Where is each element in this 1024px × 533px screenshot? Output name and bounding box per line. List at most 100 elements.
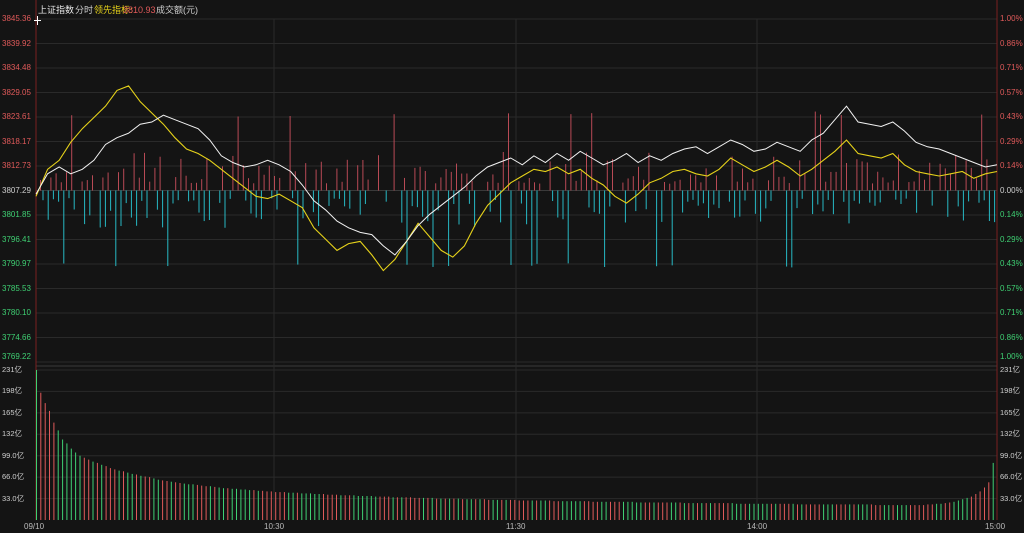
amount-bar [627, 501, 629, 520]
index-name[interactable]: 上证指数 [38, 3, 74, 17]
amount-bar [727, 503, 729, 520]
price-axis-tick-left: 3774.66 [2, 332, 31, 342]
down-breadth-bar [276, 190, 278, 210]
amount-bar [797, 504, 798, 520]
amount-bar [109, 468, 111, 520]
up-breadth-bar [929, 162, 931, 191]
amount-bar [149, 477, 151, 520]
down-breadth-bar [520, 190, 522, 204]
down-breadth-bar [99, 190, 101, 228]
price-axis-tick-right: 0.29% [1000, 136, 1023, 146]
up-breadth-bar [632, 176, 634, 191]
amount-bar [292, 492, 294, 520]
amount-bar [75, 452, 77, 520]
down-breadth-bar [796, 190, 798, 209]
price-axis-tick-left: 3807.29 [2, 185, 31, 195]
amount-bar [766, 503, 768, 520]
down-breadth-bar [84, 190, 86, 225]
down-breadth-bar [453, 190, 455, 204]
up-breadth-bar [341, 181, 343, 191]
amount-bar [327, 494, 329, 520]
down-breadth-bar [146, 190, 148, 218]
amount-bar [449, 498, 451, 520]
down-breadth-bar [188, 190, 190, 202]
up-breadth-bar [206, 158, 208, 191]
amount-axis-tick-left: 33.0亿 [2, 493, 25, 503]
up-breadth-bar [445, 169, 447, 191]
up-breadth-bar [471, 180, 473, 191]
down-breadth-bar [931, 190, 933, 206]
amount-bar [792, 503, 794, 520]
amount-bar [653, 502, 655, 520]
amount-bar [910, 505, 911, 520]
price-axis-tick-left: 3829.05 [2, 87, 31, 97]
up-breadth-bar [456, 163, 457, 191]
up-breadth-bar [180, 158, 182, 191]
amount-bar [514, 499, 516, 520]
up-breadth-bars [40, 111, 988, 191]
down-breadth-bar [136, 190, 138, 226]
amount-bar [757, 503, 759, 520]
price-axis-tick-left: 3785.53 [2, 283, 31, 293]
amount-bar [283, 492, 285, 520]
amount-bar [227, 488, 229, 520]
price-axis-tick-left: 3812.73 [2, 161, 31, 170]
amount-bar [405, 497, 407, 520]
amount-bar [775, 503, 777, 520]
amount-bar [614, 501, 616, 520]
amount-bar [357, 496, 359, 520]
amount-bar [396, 497, 398, 520]
down-breadth-bars [42, 190, 996, 268]
amount-bar [166, 481, 168, 520]
price-axis-tick-left: 3834.48 [2, 63, 31, 72]
up-breadth-bar [970, 167, 972, 191]
amount-bar [805, 504, 807, 520]
amount-label: 成交额(元) [156, 5, 198, 15]
amount-bar [353, 495, 355, 520]
amount-bar [392, 497, 394, 520]
amount-bar [127, 472, 129, 520]
amount-bar [544, 500, 546, 520]
amount-bar [436, 498, 438, 520]
chart-canvas[interactable] [0, 0, 1024, 533]
amount-bar [853, 504, 855, 520]
down-breadth-bar [957, 190, 959, 207]
down-breadth-bar [156, 190, 158, 210]
up-breadth-bar [81, 181, 83, 191]
amount-bar [470, 499, 472, 520]
down-breadth-bar [245, 190, 247, 201]
amount-bar [662, 502, 664, 520]
down-breadth-bar [510, 190, 512, 265]
up-breadth-bar [294, 171, 296, 191]
down-breadth-bar [832, 190, 834, 215]
down-breadth-bar [349, 190, 351, 209]
amount-axis-tick-right: 33.0亿 [1000, 493, 1023, 503]
up-breadth-bar [138, 177, 140, 191]
down-breadth-bar [567, 190, 569, 264]
down-breadth-bar [328, 190, 330, 206]
amount-bar [431, 497, 433, 520]
amount-bar [88, 459, 90, 520]
amount-bar [388, 496, 390, 520]
amount-bar [866, 504, 868, 520]
amount-bar [927, 504, 929, 520]
up-breadth-bar [71, 115, 73, 191]
amount-bar [862, 504, 864, 520]
amount-bar [966, 497, 968, 520]
up-breadth-bar [492, 174, 494, 191]
down-breadth-bar [203, 190, 205, 222]
amount-bar [636, 502, 638, 520]
amount-bar [270, 491, 272, 520]
down-breadth-bar [385, 190, 387, 202]
timeshare-mode-label[interactable]: 分时 [75, 3, 93, 17]
up-breadth-bar [315, 169, 317, 191]
up-breadth-bar [528, 178, 530, 191]
amount-bar [575, 501, 577, 520]
up-breadth-bar [918, 170, 920, 191]
up-breadth-bar [336, 168, 338, 191]
up-breadth-bar [326, 183, 327, 191]
down-breadth-bar [848, 190, 850, 224]
up-breadth-bar [248, 178, 249, 191]
amount-bar [231, 488, 233, 520]
down-breadth-bar [500, 190, 502, 223]
